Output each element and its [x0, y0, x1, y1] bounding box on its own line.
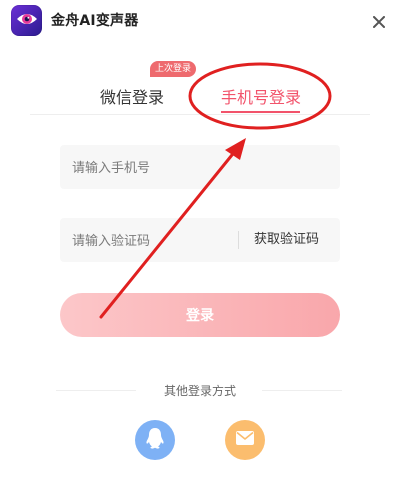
qq-login-button[interactable] — [135, 420, 175, 460]
qq-penguin-icon — [144, 426, 166, 454]
close-button[interactable] — [367, 10, 391, 34]
active-tab-underline — [221, 111, 300, 113]
tab-phone-login[interactable]: 手机号登录 — [221, 84, 301, 108]
other-login-label: 其他登录方式 — [163, 384, 236, 398]
email-login-button[interactable] — [225, 420, 265, 460]
verification-code-field: 获取验证码 — [60, 218, 340, 264]
app-title: 金舟AI变声器 — [51, 13, 139, 29]
divider-left — [56, 390, 136, 391]
get-code-button[interactable]: 获取验证码 — [254, 218, 319, 262]
last-login-badge: 上次登录 — [150, 61, 197, 77]
verification-code-input[interactable] — [70, 218, 234, 264]
tab-wechat-login[interactable]: 微信登录 — [100, 84, 164, 108]
mail-icon — [235, 430, 255, 450]
phone-input[interactable] — [70, 145, 334, 191]
divider-right — [262, 390, 342, 391]
tabs-divider — [30, 114, 370, 115]
code-divider — [238, 231, 239, 249]
phone-field — [60, 145, 340, 191]
close-icon — [373, 13, 385, 32]
eye-logo-icon — [15, 7, 39, 35]
app-logo — [11, 5, 42, 36]
login-button[interactable]: 登录 — [60, 293, 340, 337]
